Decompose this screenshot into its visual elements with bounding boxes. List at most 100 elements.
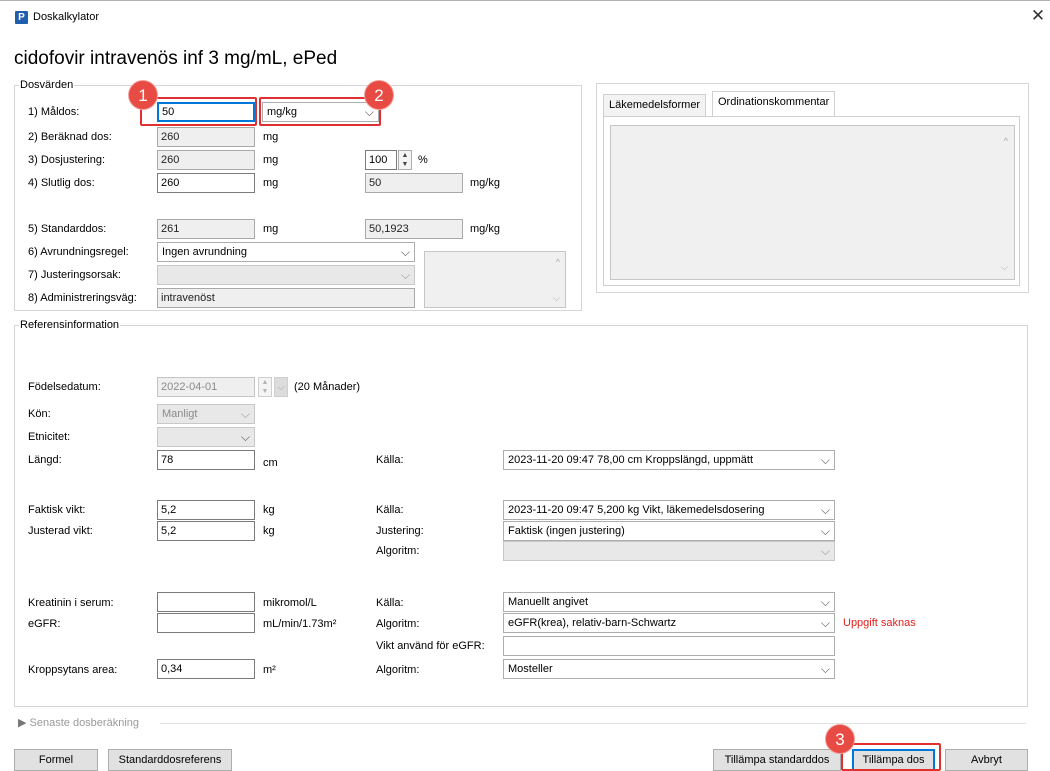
step-badge-2: 2 bbox=[364, 80, 394, 110]
kreatinin-kalla-value: Manuellt angivet bbox=[508, 596, 589, 608]
standarddos-unit: mg bbox=[263, 223, 279, 235]
kon-label: Kön: bbox=[28, 408, 51, 420]
justerad-vikt-label: Justerad vikt: bbox=[28, 525, 93, 537]
vikt-algoritm-select[interactable]: ⌵ bbox=[503, 541, 835, 561]
bsa-algoritm-value: Mosteller bbox=[508, 663, 553, 675]
justering-select[interactable]: Faktisk (ingen justering) ⌵ bbox=[503, 521, 835, 541]
chevron-down-icon: ⌵ bbox=[400, 245, 410, 259]
etnicitet-select[interactable]: ⌵ bbox=[157, 427, 255, 447]
dosjustering-value: 260 bbox=[157, 150, 255, 170]
egfr-algoritm-label: Algoritm: bbox=[376, 618, 420, 630]
vikt-egfr-input[interactable] bbox=[503, 636, 835, 656]
slutlig-input[interactable]: 260 bbox=[157, 173, 255, 193]
kroppsyta-input[interactable]: 0,34 bbox=[157, 659, 255, 679]
scroll-up-icon[interactable]: ^ bbox=[556, 257, 560, 267]
justerad-vikt-unit: kg bbox=[263, 525, 275, 537]
expand-arrow-icon: ▶ bbox=[18, 717, 27, 729]
step-badge-1: 1 bbox=[128, 80, 158, 110]
chevron-down-icon: ⌵ bbox=[820, 544, 830, 558]
kroppsyta-unit: m² bbox=[263, 664, 276, 676]
faktisk-vikt-input[interactable]: 5,2 bbox=[157, 500, 255, 520]
age-text: (20 Månader) bbox=[294, 381, 361, 393]
faktisk-vikt-kalla-value: 2023-11-20 09:47 5,200 kg Vikt, läkemede… bbox=[508, 504, 765, 516]
window-title: Doskalkylator bbox=[33, 11, 100, 23]
egfr-label: eGFR: bbox=[28, 618, 61, 630]
avrundning-select[interactable]: Ingen avrundning ⌵ bbox=[157, 242, 415, 262]
justeringsorsak-select[interactable]: ⌵ bbox=[157, 265, 415, 285]
egfr-algoritm-value: eGFR(krea), relativ-barn-Schwartz bbox=[508, 617, 677, 629]
slutlig-per-kg: 50 bbox=[365, 173, 463, 193]
langd-kalla-label: Källa: bbox=[376, 454, 404, 466]
faktisk-vikt-kalla-label: Källa: bbox=[376, 504, 404, 516]
scroll-up-icon[interactable]: ^ bbox=[1004, 136, 1008, 146]
scroll-down-icon[interactable]: ⌵ bbox=[1001, 262, 1008, 273]
langd-kalla-select[interactable]: 2023-11-20 09:47 78,00 cm Kroppslängd, u… bbox=[503, 450, 835, 470]
avbryt-button[interactable]: Avbryt bbox=[945, 749, 1028, 771]
justerad-vikt-input[interactable]: 5,2 bbox=[157, 521, 255, 541]
bsa-algoritm-select[interactable]: Mosteller ⌵ bbox=[503, 659, 835, 679]
referens-legend: Referensinformation bbox=[20, 319, 120, 331]
kreatinin-unit: mikromol/L bbox=[263, 597, 317, 609]
justering-value: Faktisk (ingen justering) bbox=[508, 525, 625, 537]
kreatinin-kalla-select[interactable]: Manuellt angivet ⌵ bbox=[503, 592, 835, 612]
egfr-algoritm-select[interactable]: eGFR(krea), relativ-barn-Schwartz ⌵ bbox=[503, 613, 835, 633]
fodelsedatum-input[interactable]: 2022-04-01 bbox=[157, 377, 255, 397]
justeringsorsak-label: 7) Justeringsorsak: bbox=[28, 269, 121, 281]
app-icon: P bbox=[15, 11, 28, 24]
chevron-down-icon: ⌵ bbox=[820, 662, 830, 676]
chevron-down-icon: ⌵ bbox=[400, 268, 410, 282]
langd-kalla-value: 2023-11-20 09:47 78,00 cm Kroppslängd, u… bbox=[508, 454, 754, 466]
window-top-border bbox=[0, 0, 1050, 1]
fodelsedatum-label: Födelsedatum: bbox=[28, 381, 101, 393]
slutlig-per-kg-unit: mg/kg bbox=[470, 177, 500, 189]
egfr-input[interactable] bbox=[157, 613, 255, 633]
administreringsvag-value: intravenöst bbox=[157, 288, 415, 308]
highlight-maldos bbox=[140, 97, 257, 126]
chevron-down-icon: ⌵ bbox=[820, 616, 830, 630]
tab-lakemedelsformer[interactable]: Läkemedelsformer bbox=[603, 94, 707, 117]
egfr-unit: mL/min/1.73m² bbox=[263, 618, 337, 630]
calendar-dropdown-icon[interactable]: ⌵ bbox=[274, 377, 288, 397]
kreatinin-label: Kreatinin i serum: bbox=[28, 597, 114, 609]
beraknad-label: 2) Beräknad dos: bbox=[28, 131, 112, 143]
standarddos-per-kg: 50,1923 bbox=[365, 219, 463, 239]
etnicitet-label: Etnicitet: bbox=[28, 431, 71, 443]
highlight-tillampa-dos bbox=[841, 743, 941, 771]
bsa-algoritm-label: Algoritm: bbox=[376, 664, 420, 676]
vikt-egfr-label: Vikt använd för eGFR: bbox=[376, 640, 485, 652]
close-icon[interactable]: ✕ bbox=[1030, 6, 1046, 26]
avrundning-label: 6) Avrundningsregel: bbox=[28, 246, 129, 258]
beraknad-unit: mg bbox=[263, 131, 279, 143]
langd-input[interactable]: 78 bbox=[157, 450, 255, 470]
chevron-down-icon: ⌵ bbox=[240, 430, 250, 444]
drug-title: cidofovir intravenös inf 3 mg/mL, ePed bbox=[14, 48, 338, 69]
kon-select[interactable]: Manligt ⌵ bbox=[157, 404, 255, 424]
standarddosreferens-button[interactable]: Standarddosreferens bbox=[108, 749, 232, 771]
percent-spinner[interactable]: ▲ ▼ bbox=[398, 150, 412, 170]
standarddos-per-kg-unit: mg/kg bbox=[470, 223, 500, 235]
justering-comment-memo[interactable]: ^ ⌵ bbox=[424, 251, 566, 308]
percent-unit: % bbox=[418, 154, 428, 166]
kon-value: Manligt bbox=[162, 408, 198, 420]
faktisk-vikt-kalla-select[interactable]: 2023-11-20 09:47 5,200 kg Vikt, läkemede… bbox=[503, 500, 835, 520]
scroll-down-icon[interactable]: ⌵ bbox=[553, 293, 560, 304]
chevron-down-icon: ⌵ bbox=[820, 503, 830, 517]
tab-ordinationskommentar[interactable]: Ordinationskommentar bbox=[712, 91, 836, 117]
date-spinner[interactable]: ▲ ▼ bbox=[258, 377, 272, 397]
standarddos-label: 5) Standarddos: bbox=[28, 223, 107, 235]
tillampa-standarddos-button[interactable]: Tillämpa standarddos bbox=[713, 749, 841, 771]
formel-button[interactable]: Formel bbox=[14, 749, 98, 771]
dosjustering-unit: mg bbox=[263, 154, 279, 166]
chevron-down-icon: ⌵ bbox=[820, 524, 830, 538]
slutlig-unit: mg bbox=[263, 177, 279, 189]
dosjustering-label: 3) Dosjustering: bbox=[28, 154, 106, 166]
maldos-label: 1) Måldos: bbox=[28, 106, 80, 118]
chevron-down-icon: ⌵ bbox=[820, 595, 830, 609]
kreatinin-input[interactable] bbox=[157, 592, 255, 612]
justering-label: Justering: bbox=[376, 525, 424, 537]
ordinationskommentar-memo[interactable]: ^ ⌵ bbox=[610, 125, 1015, 280]
egfr-warning: Uppgift saknas bbox=[843, 617, 916, 629]
senaste-expander[interactable]: ▶ Senaste dosberäkning bbox=[18, 716, 139, 729]
percent-input[interactable]: 100 bbox=[365, 150, 397, 170]
beraknad-value: 260 bbox=[157, 127, 255, 147]
